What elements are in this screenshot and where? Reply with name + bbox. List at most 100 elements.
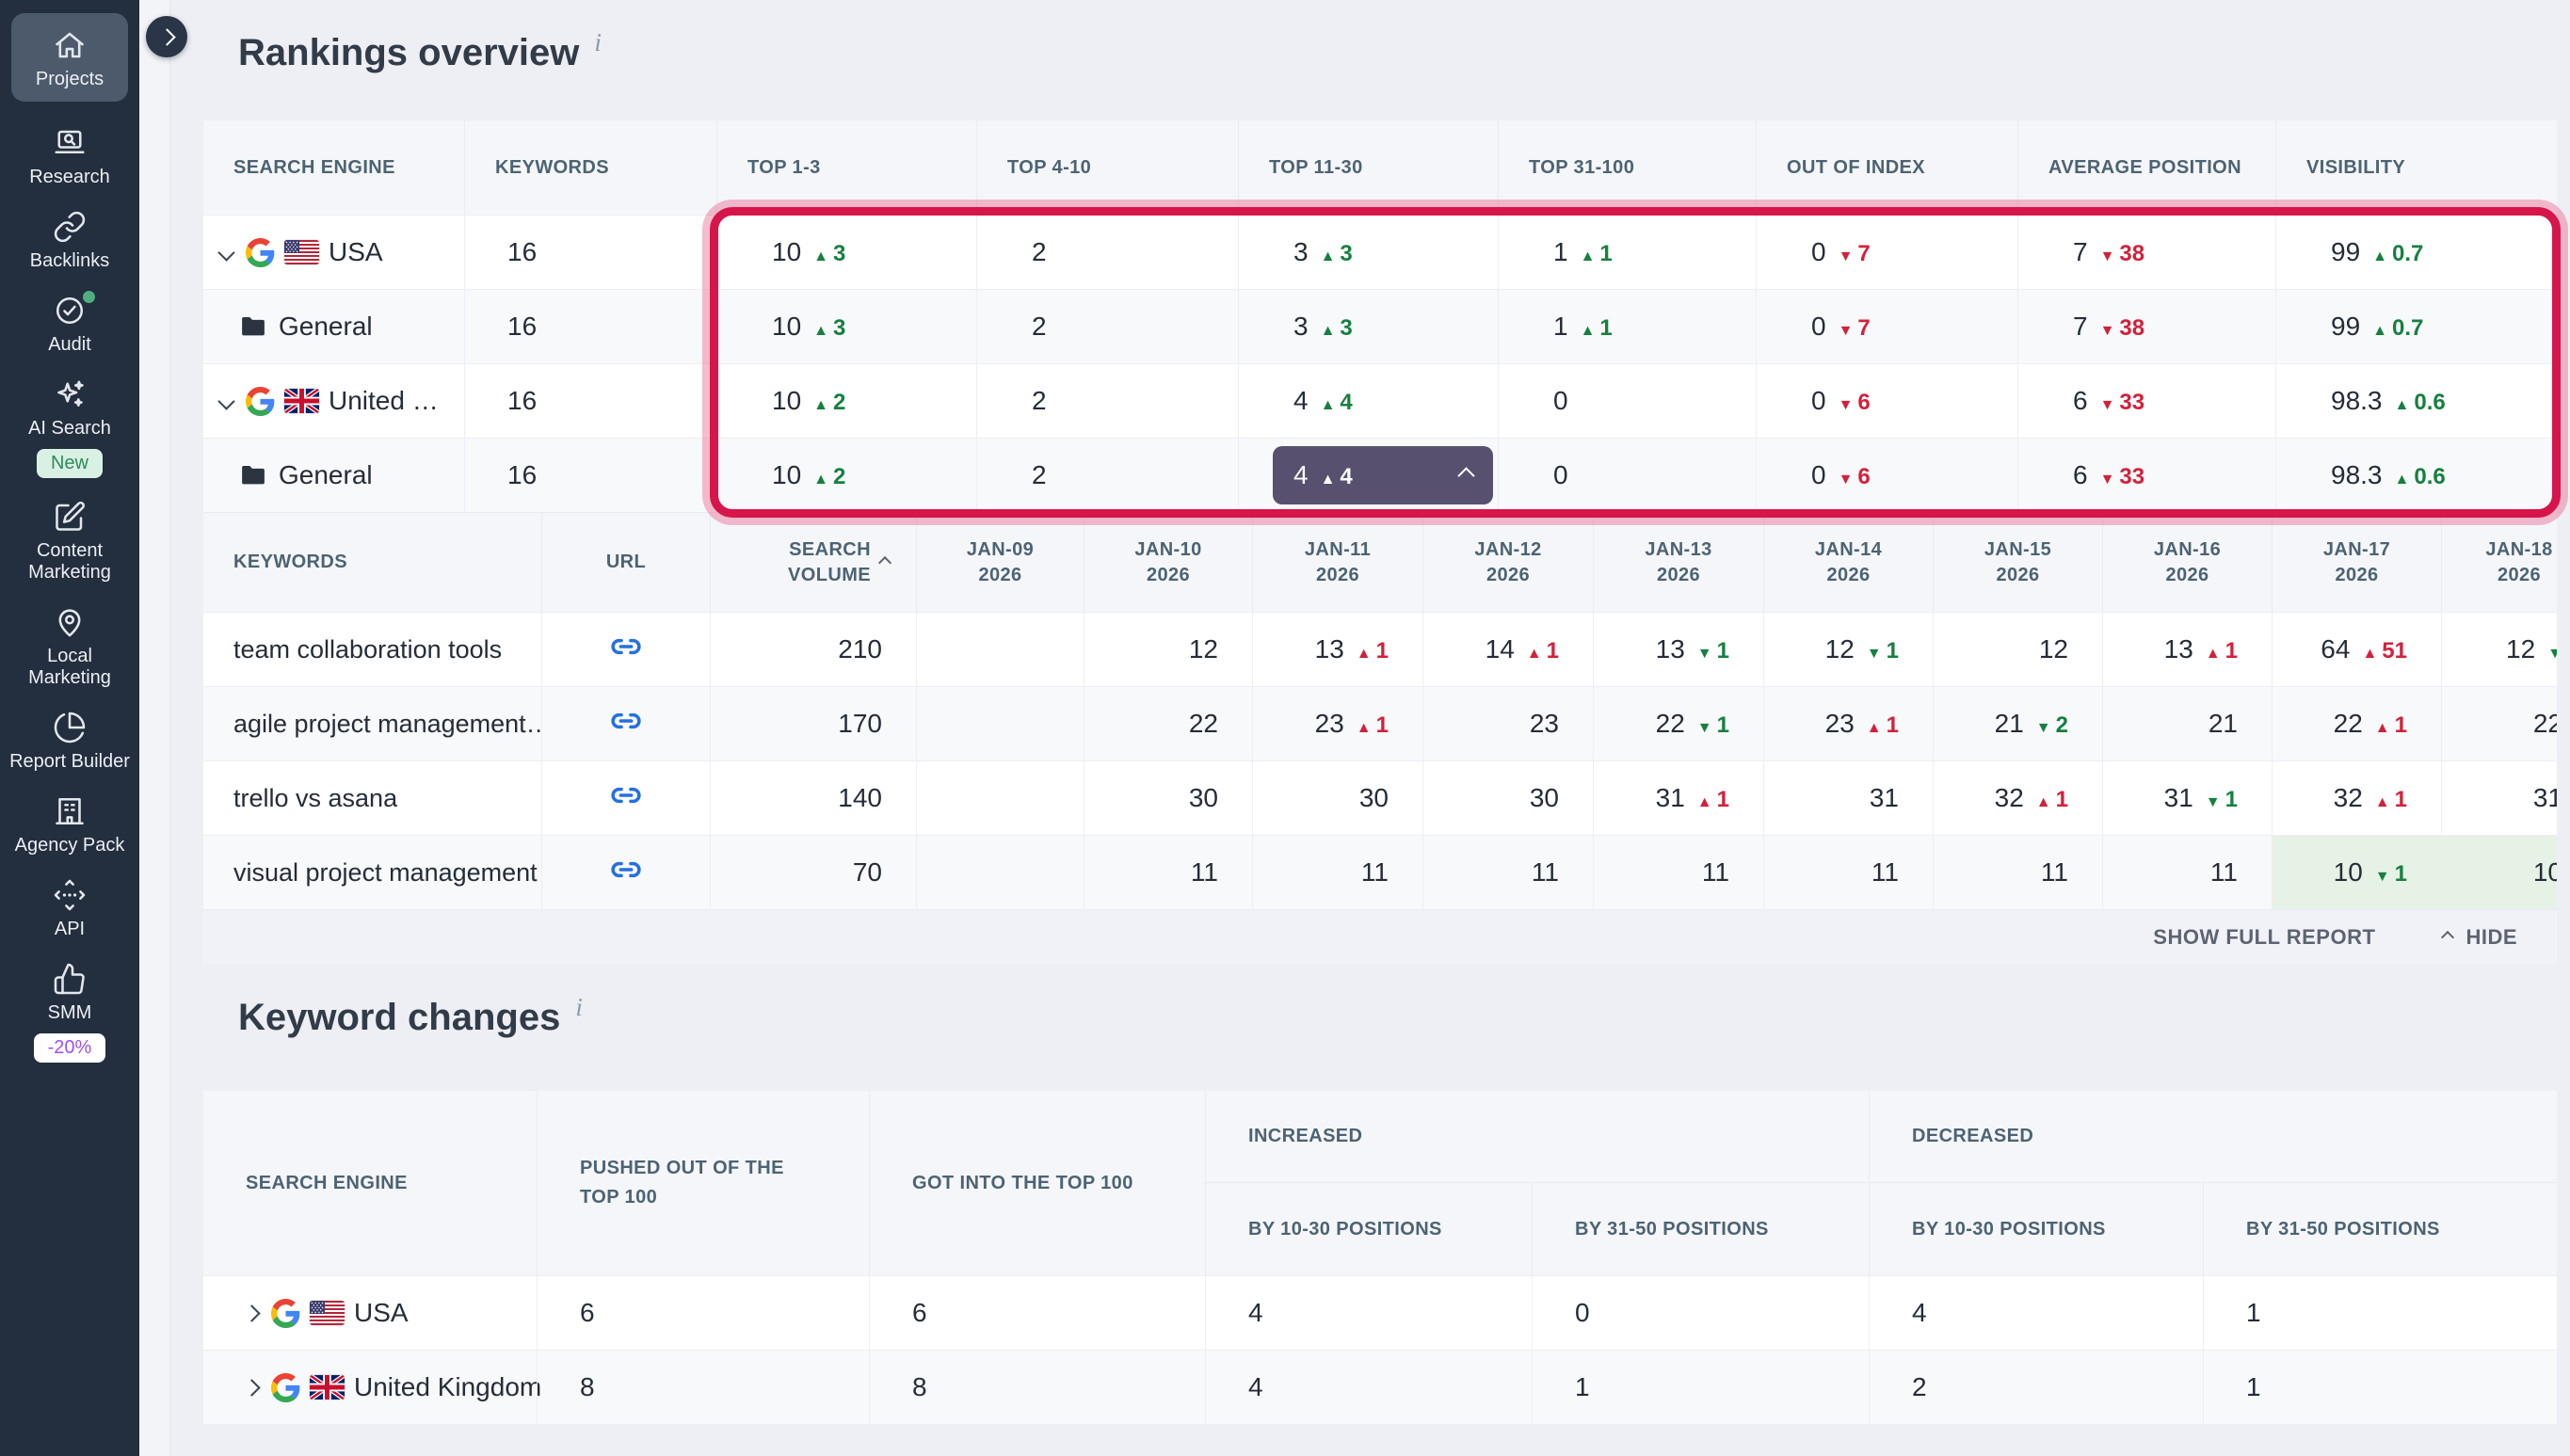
- cell-value-group: 11: [1532, 857, 1559, 888]
- sidebar-item-agency-pack[interactable]: Agency Pack: [8, 794, 132, 856]
- date-label: JAN-11 2026: [1305, 537, 1371, 588]
- change-delta: ▲3: [813, 241, 845, 267]
- url-link-icon[interactable]: [610, 779, 642, 818]
- cell-value: 12: [2039, 634, 2068, 664]
- url-link-icon[interactable]: [610, 854, 642, 892]
- keyword-row-team-collaboration-tools[interactable]: team collaboration tools2101213▲114▲113▼…: [203, 612, 2557, 686]
- chevron-right-icon[interactable]: [243, 1304, 260, 1321]
- sidebar-item-research[interactable]: Research: [8, 126, 132, 188]
- cell-value: 30: [1530, 783, 1559, 813]
- cell-jan-10: 22: [1084, 687, 1252, 760]
- position-distribution-pill[interactable]: 4▲4: [1273, 446, 1493, 504]
- cell-value: 0: [1811, 237, 1826, 267]
- hide-button[interactable]: HIDE: [2443, 925, 2517, 950]
- arrow-down-icon: ▼: [2100, 397, 2115, 414]
- keyword-cell: visual project management: [203, 836, 541, 909]
- sidebar-badge-new: New: [37, 449, 103, 478]
- cell-jan-11: 23▲1: [1252, 687, 1422, 760]
- cell-value: 6: [580, 1298, 595, 1328]
- cell-value-group: 6: [580, 1298, 595, 1328]
- arrow-up-icon: ▲: [1581, 248, 1596, 265]
- cell-value-group: 0: [1575, 1298, 1590, 1328]
- cell-value: 2: [1032, 237, 1047, 267]
- cell-value: 6: [2073, 386, 2088, 416]
- cell-jan-14: 31: [1763, 761, 1933, 835]
- sidebar-item-api[interactable]: API: [8, 878, 132, 940]
- change-delta: ▲2: [813, 464, 845, 490]
- cell-value-group: 16: [507, 386, 537, 416]
- change-delta: ▲1: [1581, 315, 1613, 342]
- folder-icon: [239, 461, 267, 489]
- keyword-row-trello-vs-asana[interactable]: trello vs asana14030303031▲13132▲131▼132…: [203, 760, 2557, 835]
- chevron-right-icon: [158, 28, 175, 45]
- sidebar-item-backlinks[interactable]: Backlinks: [8, 210, 132, 272]
- rankings-row-usa-0[interactable]: USA1610▲323▲31▲10▼77▼3899▲0.7: [203, 215, 2557, 289]
- change-delta: ▼33: [2100, 390, 2145, 416]
- cell-value: 1: [1553, 312, 1568, 342]
- column-header-jan-16-2026: JAN-16 2026: [2102, 513, 2272, 612]
- cell-value-group: 10▲2: [772, 386, 845, 416]
- changes-row-united-kingdom[interactable]: United Kingdom884121: [203, 1350, 2557, 1424]
- sidebar-item-report-builder[interactable]: Report Builder: [8, 711, 132, 773]
- keyword-group-cell[interactable]: General: [203, 290, 464, 363]
- cell-top-31-100: 0: [1498, 364, 1756, 438]
- sidebar-item-ai-search[interactable]: AI SearchNew: [8, 377, 132, 478]
- keyword-group-cell[interactable]: General: [203, 439, 464, 512]
- sidebar-item-audit[interactable]: Audit: [8, 294, 132, 356]
- keyword-row-agile-project-management[interactable]: agile project management…1702223▲12322▼1…: [203, 686, 2557, 760]
- column-header-search-volume[interactable]: SEARCH VOLUME: [710, 513, 916, 612]
- cell-value: 21: [2209, 709, 2238, 739]
- col-search-engine: SEARCH ENGINE: [203, 1091, 537, 1275]
- keyword-row-visual-project-management[interactable]: visual project management701111111111111…: [203, 835, 2557, 909]
- search-engine-cell[interactable]: USA: [203, 1276, 537, 1350]
- info-icon[interactable]: i: [575, 995, 583, 1020]
- search-engine-cell[interactable]: United Kingdom: [203, 1351, 537, 1424]
- chevron-down-icon[interactable]: [217, 244, 234, 261]
- cell-value-group: 22▼1: [1656, 709, 1729, 739]
- cell-value-group: 2: [1912, 1372, 1927, 1402]
- arrow-up-icon: ▲: [1321, 323, 1336, 340]
- column-header-jan-17-2026: JAN-17 2026: [2272, 513, 2441, 612]
- url-link-icon[interactable]: [610, 631, 642, 669]
- search-engine-cell[interactable]: United …: [203, 364, 464, 438]
- rankings-row-general-1[interactable]: General1610▲323▲31▲10▼77▼3899▲0.7: [203, 289, 2557, 363]
- sidebar-item-smm[interactable]: SMM-20%: [8, 962, 132, 1063]
- cell-value-group: 23: [1530, 709, 1559, 739]
- date-label: JAN-12 2026: [1474, 537, 1541, 588]
- column-header-jan-15-2026: JAN-15 2026: [1933, 513, 2102, 612]
- cell-out-of-index: 0▼7: [1756, 216, 2017, 289]
- info-icon[interactable]: i: [594, 30, 602, 56]
- google-icon: [246, 387, 275, 416]
- cell-value: 13: [1315, 634, 1344, 664]
- cell-value-group: 12: [2039, 634, 2068, 664]
- rankings-row-general-3[interactable]: General1610▲224▲400▼66▼3398.3▲0.6: [203, 438, 2557, 512]
- arrow-down-icon: ▼: [1697, 646, 1712, 663]
- sidebar-expand-button[interactable]: [146, 16, 187, 57]
- cell-average-position: 6 ▼33: [2017, 364, 2275, 438]
- sidebar-item-projects[interactable]: Projects: [11, 13, 128, 102]
- keyword-cell: trello vs asana: [203, 761, 541, 835]
- app-window: Projects Research Backlinks Audit AI SearchN…: [0, 0, 2570, 1456]
- cell-value-group: 31: [2533, 783, 2557, 813]
- column-header-jan-10-2026: JAN-10 2026: [1084, 513, 1252, 612]
- collapsed-subpanel: [139, 0, 170, 1456]
- cell-value: 8: [912, 1372, 927, 1402]
- changes-row-usa[interactable]: USA664041: [203, 1275, 2557, 1350]
- cell-jan-17: 64▲51: [2272, 613, 2441, 686]
- rankings-row-united-2[interactable]: United …1610▲224▲400▼66▼3398.3▲0.6: [203, 363, 2557, 438]
- search-engine-cell[interactable]: USA: [203, 216, 464, 289]
- cell-value: 1: [1553, 237, 1568, 267]
- change-delta: ▲1: [2375, 787, 2407, 813]
- cell-jan-09: [916, 836, 1084, 909]
- chevron-down-icon[interactable]: [217, 392, 234, 409]
- url-link-icon[interactable]: [610, 705, 642, 744]
- search-volume-label: SEARCH VOLUME: [788, 537, 871, 588]
- sidebar-item-content-marketing[interactable]: Content Marketing: [8, 500, 132, 584]
- sidebar-item-local-marketing[interactable]: Local Marketing: [8, 605, 132, 689]
- cell-value-group: 1: [2246, 1298, 2261, 1328]
- chevron-right-icon[interactable]: [243, 1379, 260, 1396]
- date-label: JAN-18 2026: [2485, 537, 2552, 588]
- arrow-up-icon: ▲: [813, 472, 828, 488]
- cell-value: 12: [2506, 634, 2535, 664]
- arrow-up-icon: ▲: [2395, 397, 2410, 414]
